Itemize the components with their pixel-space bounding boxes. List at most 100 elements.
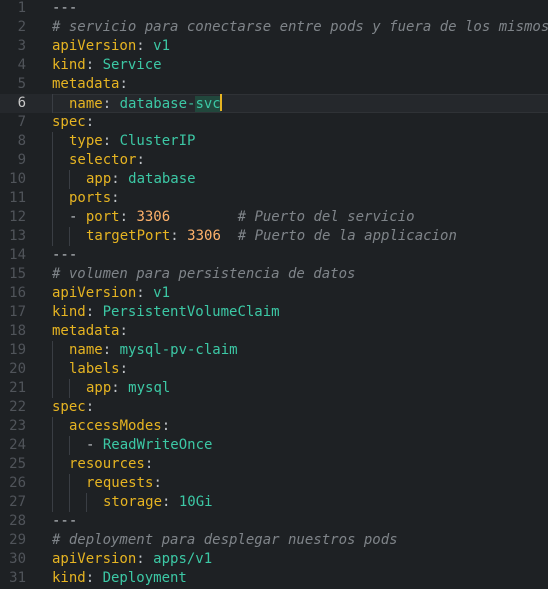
code-editor[interactable]: 1 --- 2 # servicio para conectarse entre po… — [0, 0, 548, 589]
text-caret — [219, 94, 222, 111]
code-text: name: mysql-pv-claim — [69, 341, 238, 360]
line-number: 18 — [9, 323, 26, 339]
code-token: kind — [52, 570, 86, 586]
code-line[interactable]: 14 --- — [0, 246, 548, 265]
indent-guide — [52, 189, 53, 208]
code-line[interactable]: 31 kind: Deployment — [0, 569, 548, 588]
line-number: 16 — [9, 285, 26, 301]
code-token: : — [85, 570, 103, 586]
indent-guide — [52, 379, 53, 398]
code-token: database- — [119, 96, 196, 112]
code-token: ClusterIP — [119, 133, 196, 149]
indent-guide — [52, 170, 53, 189]
code-token: apiVersion — [52, 285, 137, 301]
line-number: 21 — [9, 380, 26, 396]
code-line[interactable]: 25 resources: — [0, 455, 548, 474]
code-line[interactable]: 16 apiVersion: v1 — [0, 284, 548, 303]
code-line[interactable]: 3 apiVersion: v1 — [0, 37, 548, 56]
line-number: 30 — [9, 551, 26, 567]
line-number: 29 — [9, 532, 26, 548]
indent-guide — [52, 455, 53, 474]
code-token: metadata — [52, 323, 120, 339]
indent-guide — [52, 436, 53, 455]
code-line[interactable]: 8 type: ClusterIP — [0, 132, 548, 151]
code-line[interactable]: 7 spec: — [0, 113, 548, 132]
code-text: - port: 3306 # Puerto del servicio — [69, 208, 415, 227]
code-line[interactable]: 20 labels: — [0, 360, 548, 379]
code-text: app: mysql — [86, 379, 170, 398]
code-line[interactable]: 2 # servicio para conectarse entre pods y… — [0, 18, 548, 37]
code-line[interactable]: 5 metadata: — [0, 75, 548, 94]
code-line[interactable]: 12 - port: 3306 # Puerto del servicio — [0, 208, 548, 227]
code-text: kind: Service — [52, 56, 162, 75]
code-line[interactable]: 15 # volumen para persistencia de datos — [0, 265, 548, 284]
code-line[interactable]: 28 --- — [0, 512, 548, 531]
code-token: app — [86, 380, 112, 396]
code-token: PersistentVolumeClaim — [102, 304, 280, 320]
code-token: ports — [69, 190, 112, 206]
line-number: 8 — [17, 133, 26, 149]
code-line[interactable]: 30 apiVersion: apps/v1 — [0, 550, 548, 569]
code-line[interactable]: 1 --- — [0, 0, 548, 18]
code-token: # Puerto de la applicacion — [237, 228, 457, 244]
code-token: - — [69, 209, 86, 225]
code-line[interactable]: 21 app: mysql — [0, 379, 548, 398]
indent-guide — [52, 341, 53, 360]
code-line[interactable]: 4 kind: Service — [0, 56, 548, 75]
code-token: : — [170, 228, 188, 244]
code-text: metadata: — [52, 75, 128, 94]
code-token: kind — [52, 57, 86, 73]
line-number: 24 — [9, 437, 26, 453]
indent-guide — [52, 360, 53, 379]
line-number: 26 — [9, 475, 26, 491]
code-token: : — [85, 399, 95, 415]
code-token: : — [136, 285, 154, 301]
line-number: 4 — [17, 57, 26, 73]
indent-guide — [52, 417, 53, 436]
code-token: # servicio para conectarse entre pods y … — [52, 19, 548, 35]
indent-guide — [52, 474, 53, 493]
code-line[interactable]: 23 accessModes: — [0, 417, 548, 436]
code-line[interactable]: 11 ports: — [0, 189, 548, 208]
code-text: spec: — [52, 398, 94, 417]
code-token: accessModes — [69, 418, 162, 434]
line-number: 17 — [9, 304, 26, 320]
code-line[interactable]: 9 selector: — [0, 151, 548, 170]
line-number: 2 — [17, 19, 26, 35]
code-text: requests: — [86, 474, 162, 493]
code-text: name: database-svc — [69, 94, 222, 114]
line-number: 20 — [9, 361, 26, 377]
code-token: name — [69, 342, 103, 358]
code-line[interactable]: 27 storage: 10Gi — [0, 493, 548, 512]
code-text: labels: — [69, 360, 128, 379]
indent-guide — [52, 94, 53, 113]
code-line[interactable]: 29 # deployment para desplegar nuestros p… — [0, 531, 548, 550]
code-token: --- — [52, 0, 78, 16]
line-number: 6 — [17, 95, 26, 111]
code-token: kind — [52, 304, 86, 320]
code-line[interactable]: 19 name: mysql-pv-claim — [0, 341, 548, 360]
code-token: storage — [103, 494, 163, 510]
line-number: 25 — [9, 456, 26, 472]
code-text: storage: 10Gi — [103, 493, 213, 512]
line-number: 5 — [17, 76, 26, 92]
code-token: Service — [102, 57, 162, 73]
code-text: type: ClusterIP — [69, 132, 195, 151]
code-text: apiVersion: v1 — [52, 284, 170, 303]
code-token: spec — [52, 399, 86, 415]
code-line[interactable]: 22 spec: — [0, 398, 548, 417]
code-line[interactable]: 13 targetPort: 3306 # Puerto de la applic… — [0, 227, 548, 246]
code-text: app: database — [86, 170, 196, 189]
code-line[interactable]: 26 requests: — [0, 474, 548, 493]
code-token: port — [85, 209, 120, 225]
code-line[interactable]: 18 metadata: — [0, 322, 548, 341]
code-text: targetPort: 3306 # Puerto de la applicac… — [86, 227, 457, 246]
code-line[interactable]: 17 kind: PersistentVolumeClaim — [0, 303, 548, 322]
code-line[interactable]: 6 name: database-svc — [0, 94, 548, 113]
line-number: 13 — [9, 228, 26, 244]
code-text: - ReadWriteOnce — [86, 436, 212, 455]
code-line[interactable]: 10 app: database — [0, 170, 548, 189]
line-number: 12 — [9, 209, 26, 225]
code-line[interactable]: 24 - ReadWriteOnce — [0, 436, 548, 455]
code-token: : — [119, 361, 129, 377]
